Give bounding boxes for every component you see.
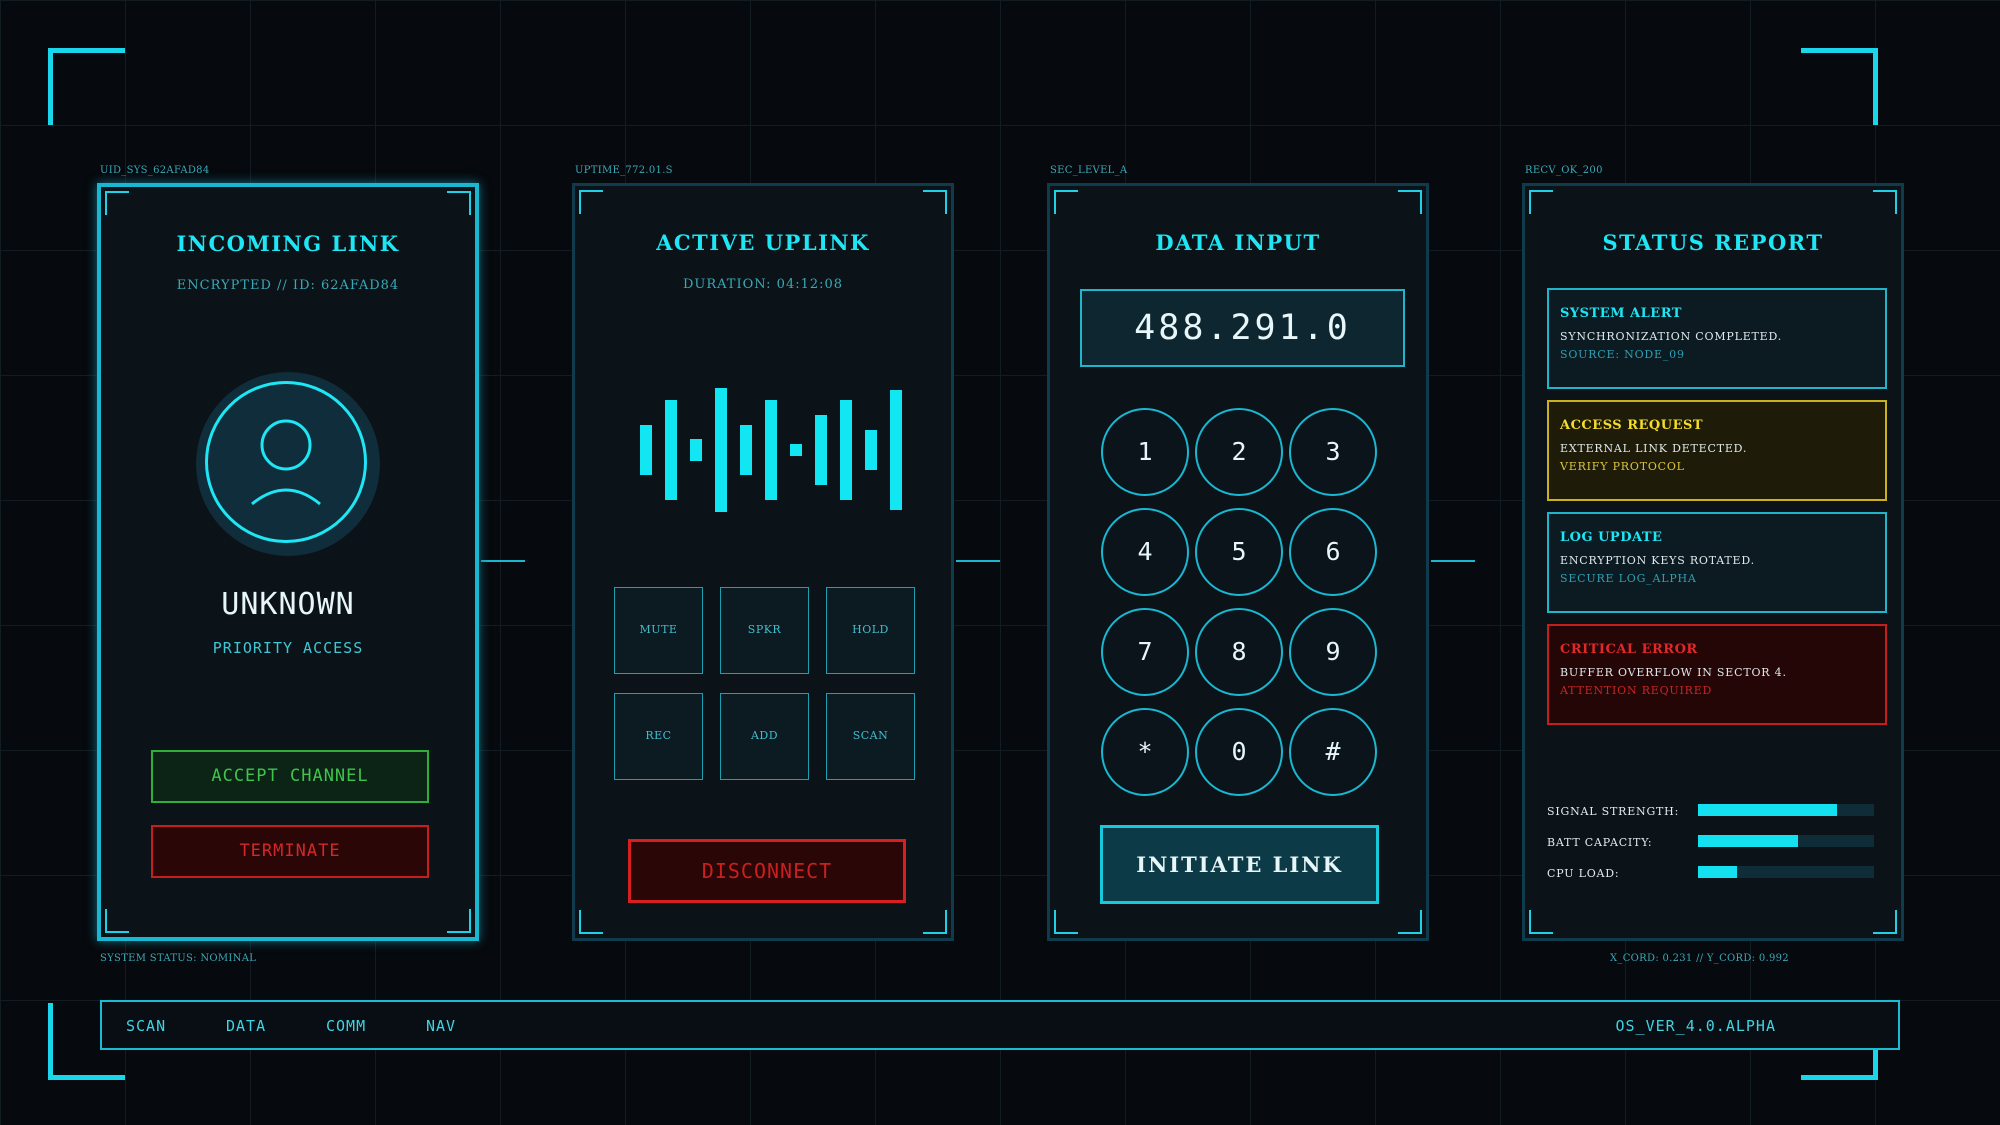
keypad-key-8[interactable]: 8 bbox=[1195, 608, 1283, 696]
record-button[interactable]: REC bbox=[614, 693, 703, 780]
panel-connector bbox=[956, 560, 1000, 562]
status-card-detail: VERIFY PROTOCOL bbox=[1560, 460, 1685, 473]
corner-bracket-top-right bbox=[1801, 48, 1878, 125]
keypad-key-hash[interactable]: # bbox=[1289, 708, 1377, 796]
cpu-load-meter bbox=[1698, 866, 1874, 878]
number-display[interactable]: 488.291.0 bbox=[1080, 289, 1405, 367]
keypad-key-5[interactable]: 5 bbox=[1195, 508, 1283, 596]
incoming-link-title: INCOMING LINK bbox=[176, 231, 400, 256]
cpu-load-fill bbox=[1698, 866, 1737, 878]
batt-capacity-fill bbox=[1698, 835, 1799, 847]
access-level: PRIORITY ACCESS bbox=[212, 639, 364, 657]
keypad-key-4[interactable]: 4 bbox=[1101, 508, 1189, 596]
keypad-key-7[interactable]: 7 bbox=[1101, 608, 1189, 696]
keypad-key-0[interactable]: 0 bbox=[1195, 708, 1283, 796]
status-card-critical-error[interactable]: CRITICAL ERROR BUFFER OVERFLOW IN SECTOR… bbox=[1547, 624, 1887, 725]
panel-header-uptime: UPTIME_772.01.S bbox=[575, 165, 673, 176]
nav-item-comm[interactable]: COMM bbox=[326, 1017, 366, 1035]
status-card-log-update[interactable]: LOG UPDATE ENCRYPTION KEYS ROTATED. SECU… bbox=[1547, 512, 1887, 613]
accept-channel-button[interactable]: ACCEPT CHANNEL bbox=[151, 750, 429, 803]
hold-button[interactable]: HOLD bbox=[826, 587, 915, 674]
keypad-key-6[interactable]: 6 bbox=[1289, 508, 1377, 596]
panel-connector bbox=[1431, 560, 1475, 562]
status-card-detail: SECURE LOG_ALPHA bbox=[1560, 572, 1697, 585]
cpu-load-label: CPU LOAD: bbox=[1547, 867, 1620, 880]
caller-name: UNKNOWN bbox=[221, 587, 355, 622]
incoming-link-panel: INCOMING LINK ENCRYPTED // ID: 62AFAD84 … bbox=[97, 183, 479, 941]
data-input-title: DATA INPUT bbox=[1155, 230, 1321, 255]
waveform-icon bbox=[575, 186, 951, 938]
user-icon bbox=[251, 419, 321, 506]
system-status-label: SYSTEM STATUS: NOMINAL bbox=[100, 953, 257, 964]
avatar bbox=[205, 381, 367, 543]
active-uplink-panel: ACTIVE UPLINK DURATION: 04:12:08 MUTE SP… bbox=[572, 183, 954, 941]
nav-item-scan[interactable]: SCAN bbox=[126, 1017, 166, 1035]
add-call-button[interactable]: ADD bbox=[720, 693, 809, 780]
batt-capacity-label: BATT CAPACITY: bbox=[1547, 836, 1653, 849]
os-version-label: OS_VER_4.0.ALPHA bbox=[1615, 1017, 1776, 1035]
signal-strength-meter bbox=[1698, 804, 1874, 816]
signal-strength-fill bbox=[1698, 804, 1838, 816]
disconnect-button[interactable]: DISCONNECT bbox=[628, 839, 906, 903]
status-card-title: CRITICAL ERROR bbox=[1560, 642, 1698, 657]
speaker-button[interactable]: SPKR bbox=[720, 587, 809, 674]
corner-bracket-top-left bbox=[48, 48, 125, 125]
status-card-title: SYSTEM ALERT bbox=[1560, 306, 1682, 321]
panel-header-sec-level: SEC_LEVEL_A bbox=[1050, 165, 1128, 176]
status-report-title: STATUS REPORT bbox=[1602, 230, 1824, 255]
keypad-key-star[interactable]: * bbox=[1101, 708, 1189, 796]
status-card-message: BUFFER OVERFLOW IN SECTOR 4. bbox=[1560, 666, 1787, 679]
incoming-link-subtitle: ENCRYPTED // ID: 62AFAD84 bbox=[176, 278, 400, 293]
data-input-panel: DATA INPUT 488.291.0 1 2 3 4 5 6 7 8 9 *… bbox=[1047, 183, 1429, 941]
status-card-system-alert[interactable]: SYSTEM ALERT SYNCHRONIZATION COMPLETED. … bbox=[1547, 288, 1887, 389]
signal-strength-label: SIGNAL STRENGTH: bbox=[1547, 805, 1680, 818]
status-card-detail: SOURCE: NODE_09 bbox=[1560, 348, 1685, 361]
initiate-link-button[interactable]: INITIATE LINK bbox=[1100, 825, 1379, 904]
coordinate-readout: X_CORD: 0.231 // Y_CORD: 0.992 bbox=[1610, 953, 1789, 964]
terminate-button[interactable]: TERMINATE bbox=[151, 825, 429, 878]
nav-item-nav[interactable]: NAV bbox=[426, 1017, 456, 1035]
panel-connector bbox=[481, 560, 525, 562]
status-card-message: SYNCHRONIZATION COMPLETED. bbox=[1560, 330, 1783, 343]
panel-header-recv: RECV_OK_200 bbox=[1525, 165, 1603, 176]
status-card-title: ACCESS REQUEST bbox=[1560, 418, 1704, 433]
keypad-key-2[interactable]: 2 bbox=[1195, 408, 1283, 496]
nav-item-data[interactable]: DATA bbox=[226, 1017, 266, 1035]
scan-button[interactable]: SCAN bbox=[826, 693, 915, 780]
keypad-key-9[interactable]: 9 bbox=[1289, 608, 1377, 696]
status-card-message: EXTERNAL LINK DETECTED. bbox=[1560, 442, 1748, 455]
status-card-detail: ATTENTION REQUIRED bbox=[1560, 684, 1713, 697]
status-report-panel: STATUS REPORT SYSTEM ALERT SYNCHRONIZATI… bbox=[1522, 183, 1904, 941]
status-card-title: LOG UPDATE bbox=[1560, 530, 1663, 545]
batt-capacity-meter bbox=[1698, 835, 1874, 847]
status-card-message: ENCRYPTION KEYS ROTATED. bbox=[1560, 554, 1755, 567]
keypad-key-3[interactable]: 3 bbox=[1289, 408, 1377, 496]
status-card-access-request[interactable]: ACCESS REQUEST EXTERNAL LINK DETECTED. V… bbox=[1547, 400, 1887, 501]
bottom-nav-bar: SCAN DATA COMM NAV OS_VER_4.0.ALPHA bbox=[100, 1000, 1900, 1050]
mute-button[interactable]: MUTE bbox=[614, 587, 703, 674]
keypad-key-1[interactable]: 1 bbox=[1101, 408, 1189, 496]
panel-header-uid: UID_SYS_62AFAD84 bbox=[100, 165, 210, 176]
